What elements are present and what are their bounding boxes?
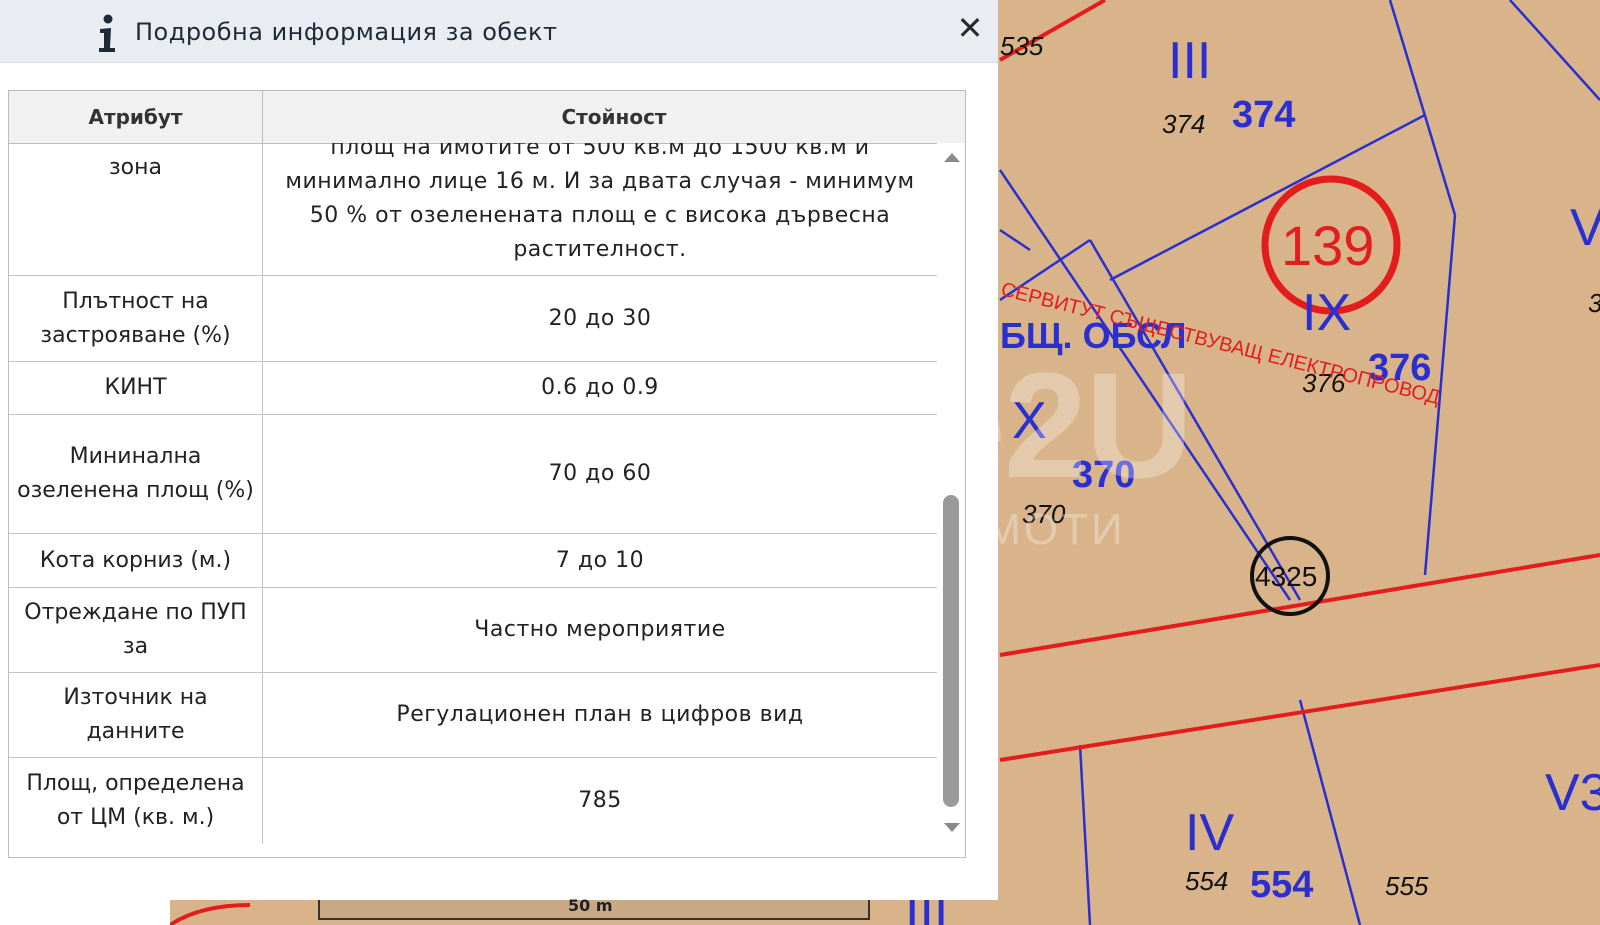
panel-title: Подробна информация за обект [135, 18, 558, 46]
attribute-cell: Площ, определена от ЦМ (кв. м.) [9, 758, 263, 844]
value-cell: 20 до 30 [548, 305, 652, 331]
highlight-parcel-label: 139 [1281, 214, 1374, 277]
info-icon [99, 14, 115, 52]
map-label-roman-9: IX [1302, 284, 1351, 342]
attribute-cell: Плътност на застрояване (%) [9, 276, 263, 361]
map-label-374a: 374 [1162, 109, 1205, 139]
map-label-roman-4: IV [1185, 804, 1234, 862]
table-row: КИНТ 0.6 до 0.9 [9, 362, 937, 415]
value-cell: Частно мероприятие [474, 617, 726, 642]
scroll-down-arrow-icon[interactable] [944, 823, 960, 832]
map-scale-label: 50 m [568, 896, 613, 915]
value-cell: Регулационен план в цифров вид [396, 702, 804, 727]
object-info-panel: Подробна информация за обект ✕ Атрибут С… [0, 0, 998, 900]
map-label-370b: 370 [1022, 499, 1066, 529]
attribute-cell: Мининална озеленена площ (%) [9, 415, 263, 533]
column-header-attribute[interactable]: Атрибут [9, 91, 263, 143]
attribute-cell: Източник на данните [9, 673, 263, 757]
panel-header: Подробна информация за обект ✕ [0, 0, 998, 63]
attribute-cell: Кота корниз (м.) [9, 534, 263, 587]
attribute-cell: КИНТ [9, 362, 263, 414]
value-cell: площ на имотите от 500 кв.м до 1500 кв.м… [285, 143, 915, 262]
panel-bottom-strip [0, 900, 170, 925]
scrollbar-thumb[interactable] [943, 495, 959, 807]
table-row: Площ, определена от ЦМ (кв. м.) 785 [9, 758, 937, 844]
value-cell: 785 [578, 788, 622, 813]
value-cell: 0.6 до 0.9 [541, 375, 659, 400]
attributes-table[interactable]: Атрибут Стойност зона площ на имотите от… [8, 90, 966, 858]
map-label-370a: 370 [1072, 454, 1135, 496]
table-header: Атрибут Стойност [9, 91, 965, 144]
table-row: Мининална озеленена площ (%) 70 до 60 [9, 415, 937, 534]
close-button[interactable]: ✕ [954, 12, 986, 44]
table-row: Източник на данните Регулационен план в … [9, 673, 937, 758]
map-label-roman-5b: V3 [1545, 764, 1600, 822]
table-scrollbar[interactable] [937, 143, 965, 857]
table-row: Кота корниз (м.) 7 до 10 [9, 534, 937, 588]
table-row: Плътност на застрояване (%) 20 до 30 [9, 276, 937, 362]
column-header-value[interactable]: Стойност [263, 91, 965, 143]
map-label-374b: 374 [1232, 94, 1295, 136]
table-body[interactable]: зона площ на имотите от 500 кв.м до 1500… [9, 143, 937, 857]
map-label-roman-5a: V [1570, 199, 1600, 257]
map-label-3: 3 [1588, 288, 1600, 318]
marked-parcel-label: 4325 [1255, 561, 1317, 592]
close-icon: ✕ [956, 9, 984, 47]
value-cell: 70 до 60 [548, 461, 652, 486]
attribute-cell: зона [9, 143, 263, 275]
attribute-cell: Отреждане по ПУП за [9, 588, 263, 672]
scroll-up-arrow-icon[interactable] [944, 153, 960, 162]
map-label-555: 555 [1385, 871, 1429, 901]
map-label-roman-10: X [1012, 392, 1047, 450]
map-label-554b: 554 [1250, 864, 1313, 906]
value-cell: 7 до 10 [555, 547, 645, 573]
table-row: зона площ на имотите от 500 кв.м до 1500… [9, 143, 937, 276]
table-row: Отреждане по ПУП за Частно мероприятие [9, 588, 937, 673]
map-label-roman-3: III [1168, 32, 1211, 90]
map-label-554a: 554 [1185, 866, 1228, 896]
map-label-535: 535 [1000, 31, 1044, 61]
